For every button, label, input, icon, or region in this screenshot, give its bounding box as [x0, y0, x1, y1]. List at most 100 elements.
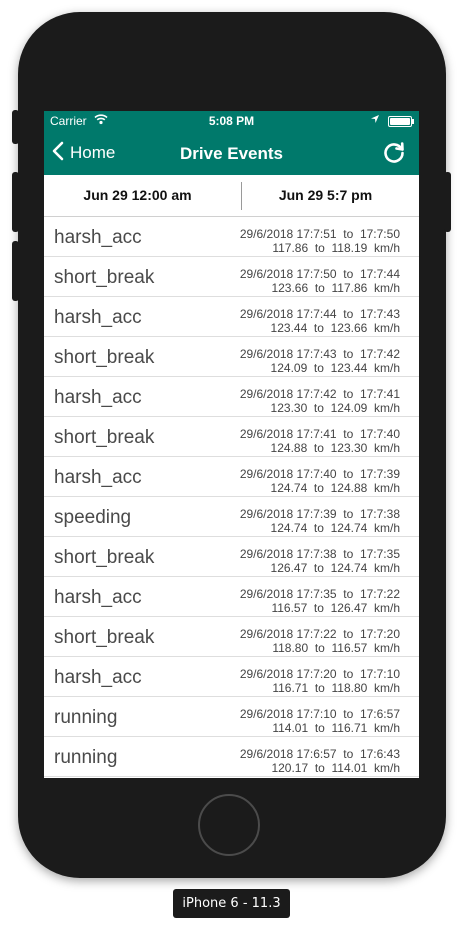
- list-item[interactable]: harsh_acc 29/6/2018 17:7:20 to 17:7:10 116…: [44, 657, 419, 697]
- event-detail: 29/6/2018 17:7:39 to 17:7:38 124.74 to 12…: [240, 507, 400, 535]
- event-speed-to: 124.09: [330, 401, 368, 415]
- refresh-icon[interactable]: [381, 140, 407, 166]
- event-time-range: 29/6/2018 17:7:42 to 17:7:41: [240, 387, 400, 401]
- event-time-to: 17:7:38: [359, 507, 400, 521]
- time-connector: to: [343, 707, 354, 721]
- event-time-range: 29/6/2018 17:7:44 to 17:7:43: [240, 307, 400, 321]
- list-item[interactable]: harsh_acc 29/6/2018 17:7:51 to 17:7:50 117…: [44, 217, 419, 257]
- event-type: harsh_acc: [54, 387, 142, 408]
- time-connector: to: [343, 667, 354, 681]
- event-speed-from: 124.74: [270, 481, 308, 495]
- event-speed-to: 116.71: [331, 721, 368, 735]
- volume-up-button: [12, 172, 19, 232]
- speed-unit: km/h: [373, 561, 400, 575]
- time-connector: to: [343, 547, 354, 561]
- event-speed-range: 118.80 to 116.57 km/h: [240, 641, 400, 655]
- time-connector: to: [343, 227, 354, 241]
- speed-unit: km/h: [373, 601, 400, 615]
- speed-unit: km/h: [373, 721, 400, 735]
- event-time-from: 29/6/2018 17:7:51: [239, 227, 337, 241]
- event-detail: 29/6/2018 17:7:41 to 17:7:40 124.88 to 12…: [240, 427, 400, 455]
- time-connector: to: [343, 347, 354, 361]
- speed-unit: km/h: [373, 361, 400, 375]
- list-item[interactable]: speeding 29/6/2018 17:7:39 to 17:7:38 124.…: [44, 497, 419, 537]
- list-item[interactable]: short_break 29/6/2018 17:7:43 to 17:7:42 1…: [44, 337, 419, 377]
- time-connector: to: [343, 507, 354, 521]
- event-time-to: 17:7:43: [359, 307, 400, 321]
- list-item[interactable]: harsh_acc 29/6/2018 17:7:44 to 17:7:43 123…: [44, 297, 419, 337]
- event-time-from: 29/6/2018 17:7:22: [239, 627, 337, 641]
- event-time-from: 29/6/2018 17:6:57: [239, 747, 337, 761]
- event-type: short_break: [54, 627, 155, 648]
- event-time-to: 17:7:50: [359, 227, 400, 241]
- event-type: harsh_acc: [54, 227, 142, 248]
- event-speed-range: 123.44 to 123.66 km/h: [240, 321, 400, 335]
- event-type: running: [54, 707, 118, 728]
- speed-unit: km/h: [373, 321, 400, 335]
- list-item[interactable]: short_break 29/6/2018 17:7:38 to 17:7:35 1…: [44, 537, 419, 577]
- event-speed-from: 124.88: [270, 441, 308, 455]
- start-date-button[interactable]: Jun 29 12:00 am: [44, 175, 231, 216]
- event-detail: 29/6/2018 17:7:22 to 17:7:20 118.80 to 11…: [240, 627, 400, 655]
- speed-connector: to: [313, 561, 324, 575]
- event-speed-range: 123.30 to 124.09 km/h: [240, 401, 400, 415]
- status-bar: Carrier 5:08 PM: [44, 111, 419, 131]
- list-item[interactable]: short_break 29/6/2018 17:7:41 to 17:7:40 1…: [44, 417, 419, 457]
- event-time-range: 29/6/2018 17:7:50 to 17:7:44: [240, 267, 400, 281]
- list-item[interactable]: short_break 29/6/2018 17:7:50 to 17:7:44 1…: [44, 257, 419, 297]
- event-type: short_break: [54, 427, 155, 448]
- event-speed-from: 118.80: [272, 641, 309, 655]
- event-speed-from: 124.74: [270, 521, 308, 535]
- event-speed-to: 118.19: [331, 241, 368, 255]
- event-speed-range: 116.57 to 126.47 km/h: [240, 601, 400, 615]
- home-button[interactable]: [198, 794, 260, 856]
- list-item[interactable]: harsh_acc 29/6/2018 17:7:42 to 17:7:41 123…: [44, 377, 419, 417]
- event-time-to: 17:7:42: [359, 347, 400, 361]
- list-item[interactable]: running 29/6/2018 17:7:10 to 17:6:57 114.0…: [44, 697, 419, 737]
- event-time-from: 29/6/2018 17:7:40: [239, 467, 337, 481]
- list-item[interactable]: running 29/6/2018 17:6:57 to 17:6:43 120.1…: [44, 737, 419, 777]
- event-speed-to: 124.74: [330, 561, 368, 575]
- event-speed-range: 124.74 to 124.88 km/h: [240, 481, 400, 495]
- event-detail: 29/6/2018 17:7:42 to 17:7:41 123.30 to 12…: [240, 387, 400, 415]
- event-speed-from: 114.01: [272, 721, 309, 735]
- event-speed-from: 126.47: [270, 561, 308, 575]
- time-connector: to: [343, 587, 354, 601]
- event-detail: 29/6/2018 17:7:51 to 17:7:50 117.86 to 11…: [240, 227, 400, 255]
- time-connector: to: [343, 427, 354, 441]
- event-type: short_break: [54, 347, 155, 368]
- event-time-to: 17:7:41: [359, 387, 400, 401]
- list-item[interactable]: harsh_acc 29/6/2018 17:7:35 to 17:7:22 116…: [44, 577, 419, 617]
- event-speed-range: 120.17 to 114.01 km/h: [240, 761, 400, 775]
- event-speed-to: 116.57: [331, 641, 368, 655]
- event-detail: 29/6/2018 17:7:10 to 17:6:57 114.01 to 11…: [240, 707, 400, 735]
- event-speed-to: 124.74: [330, 521, 368, 535]
- speed-unit: km/h: [373, 521, 400, 535]
- event-speed-range: 124.74 to 124.74 km/h: [240, 521, 400, 535]
- event-time-to: 17:7:40: [359, 427, 400, 441]
- speed-connector: to: [313, 481, 324, 495]
- event-type: short_break: [54, 547, 155, 568]
- speed-connector: to: [313, 521, 324, 535]
- event-time-to: 17:7:10: [359, 667, 400, 681]
- date-range-selector: Jun 29 12:00 am Jun 29 5:7 pm: [44, 175, 419, 217]
- event-speed-to: 123.30: [330, 441, 368, 455]
- location-arrow-icon: [370, 114, 380, 127]
- event-speed-from: 116.71: [272, 681, 309, 695]
- event-time-range: 29/6/2018 17:7:35 to 17:7:22: [240, 587, 400, 601]
- event-detail: 29/6/2018 17:7:35 to 17:7:22 116.57 to 12…: [240, 587, 400, 615]
- event-time-to: 17:7:22: [359, 587, 400, 601]
- event-speed-range: 117.86 to 118.19 km/h: [240, 241, 400, 255]
- app-screen: Carrier 5:08 PM Home Drive Events Jun 29…: [44, 111, 419, 778]
- event-time-range: 29/6/2018 17:7:20 to 17:7:10: [240, 667, 400, 681]
- speed-unit: km/h: [373, 761, 400, 775]
- event-time-to: 17:6:43: [359, 747, 400, 761]
- status-time: 5:08 PM: [208, 114, 255, 128]
- battery-icon: [388, 116, 414, 127]
- list-item[interactable]: harsh_acc 29/6/2018 17:7:40 to 17:7:39 124…: [44, 457, 419, 497]
- speed-unit: km/h: [373, 401, 400, 415]
- event-detail: 29/6/2018 17:6:57 to 17:6:43 120.17 to 11…: [240, 747, 400, 775]
- end-date-button[interactable]: Jun 29 5:7 pm: [232, 175, 419, 216]
- speed-connector: to: [313, 361, 324, 375]
- list-item[interactable]: short_break 29/6/2018 17:7:22 to 17:7:20 1…: [44, 617, 419, 657]
